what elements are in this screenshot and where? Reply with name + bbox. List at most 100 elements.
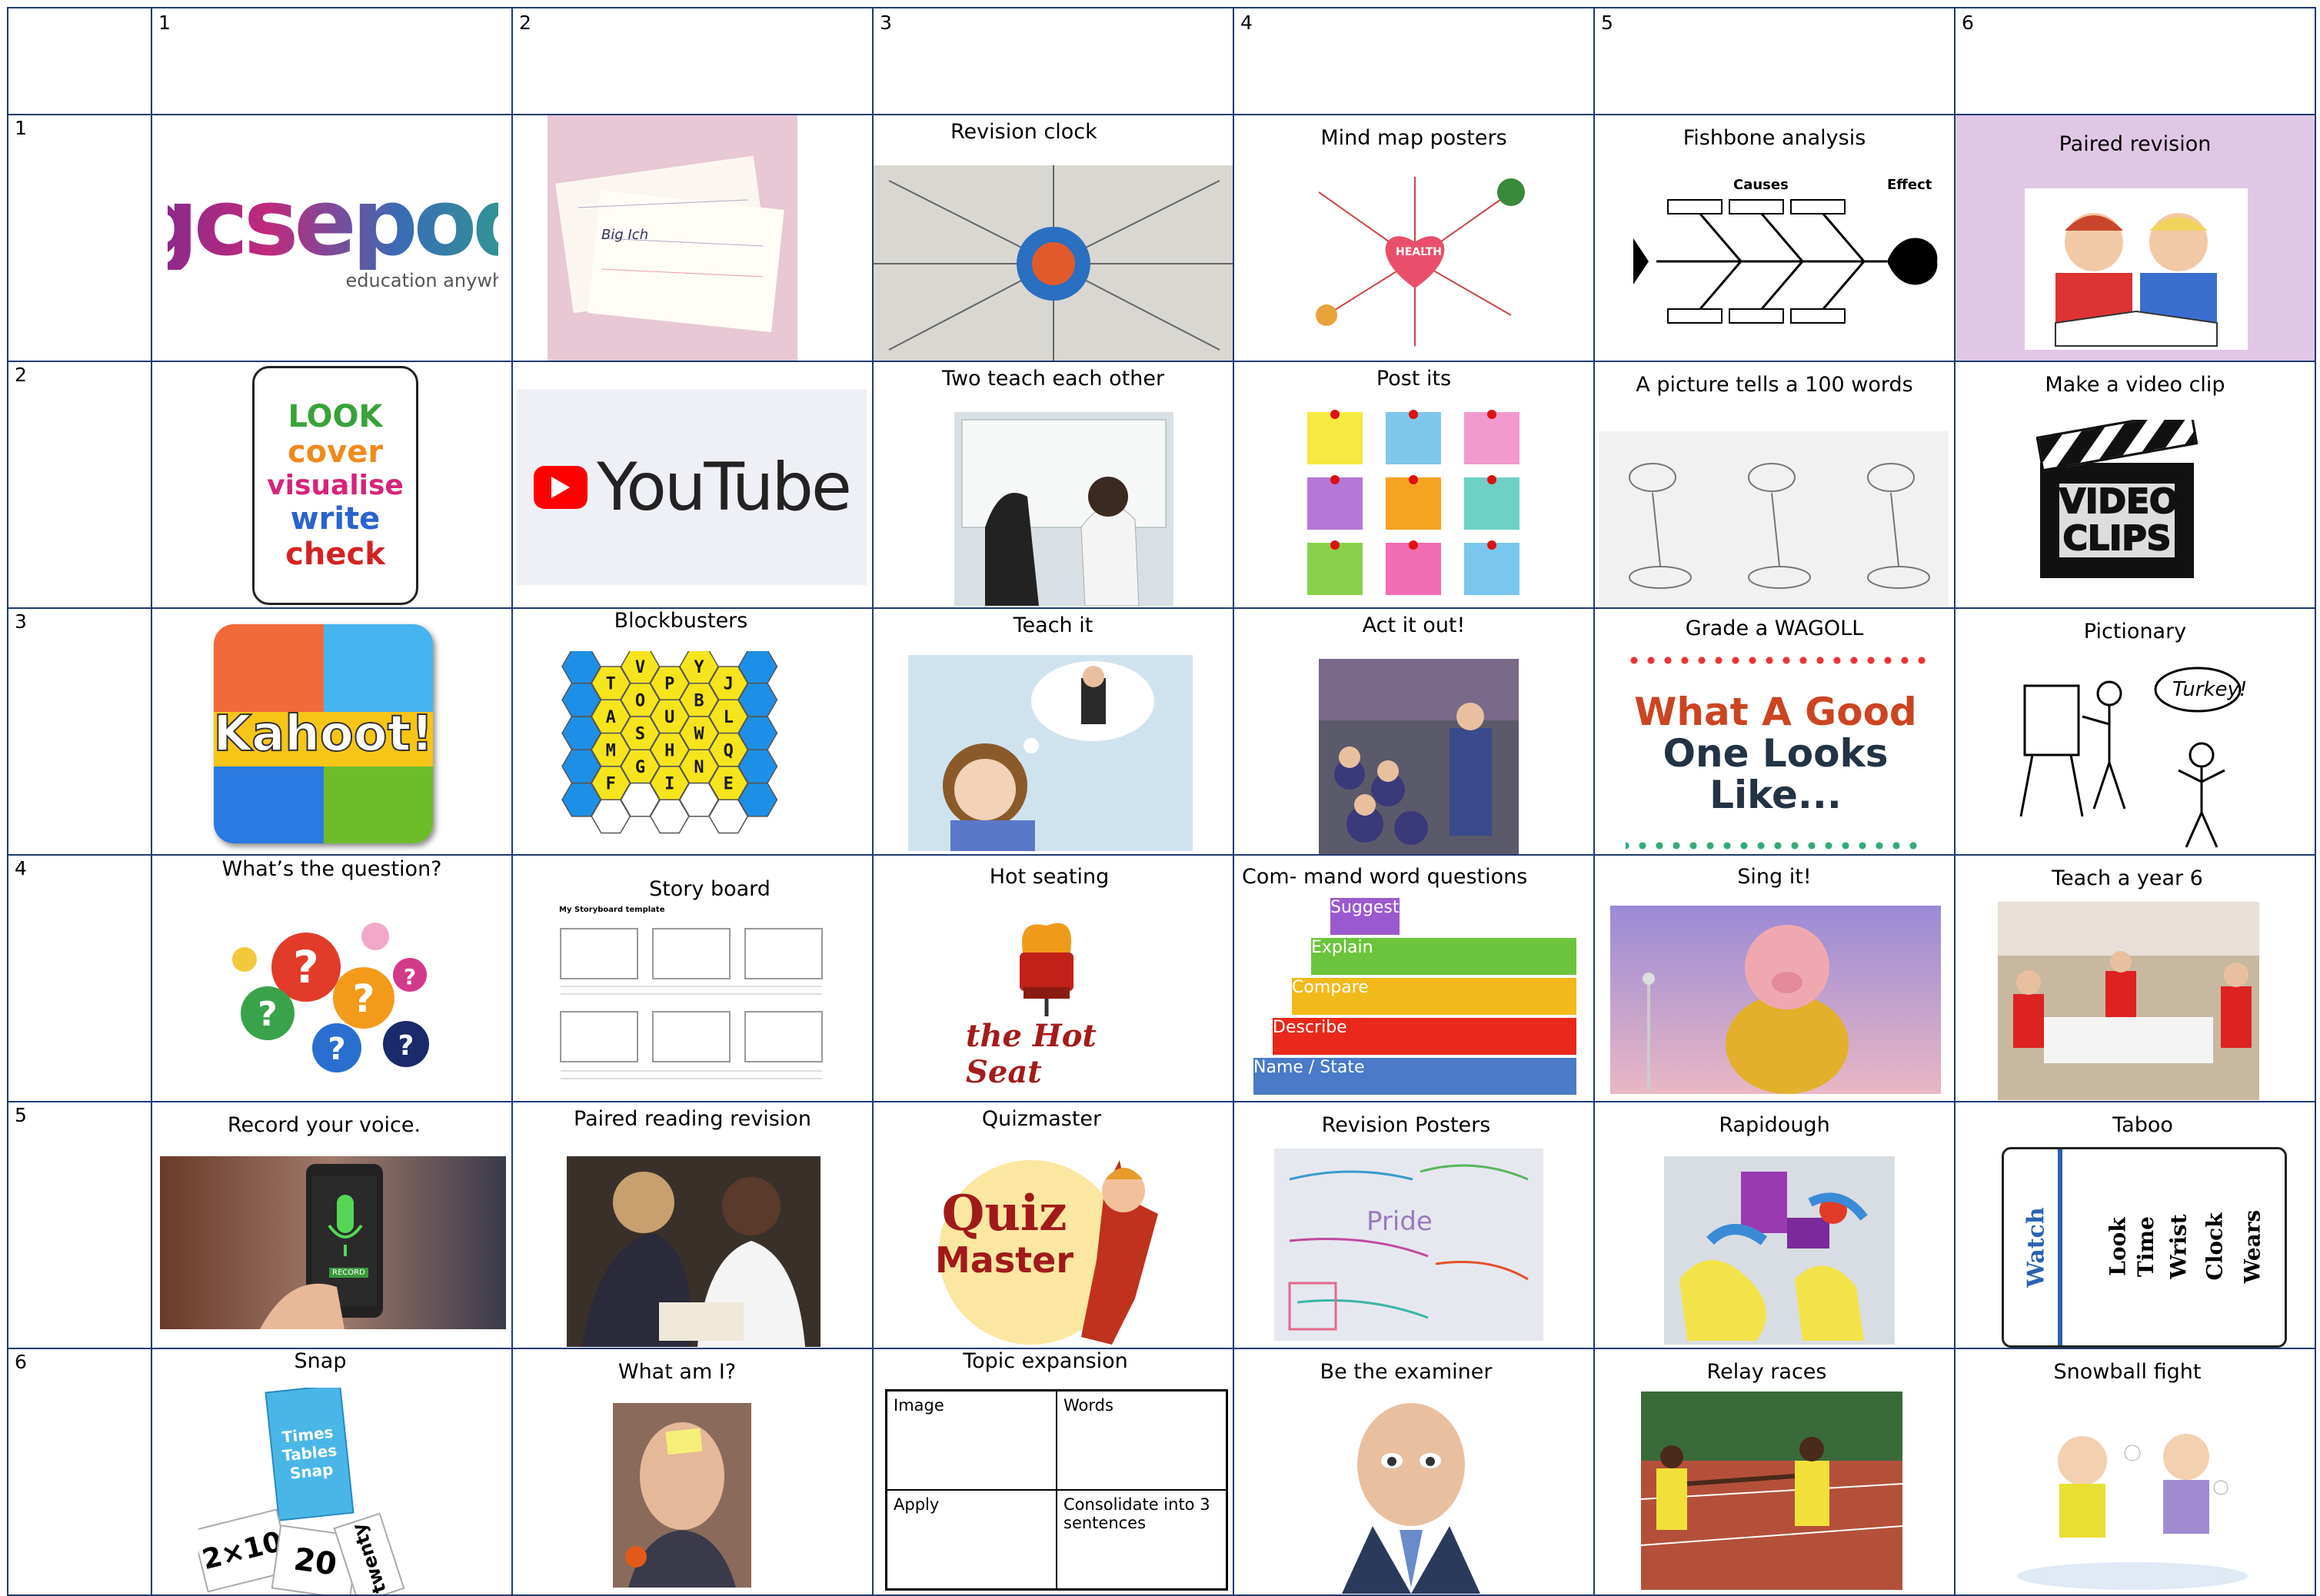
hex-letter: J [724,675,734,694]
cell-title: Paired revision [2059,132,2212,156]
poster-word: Pride [1366,1206,1433,1237]
cell-title: Make a video clip [2045,373,2225,397]
activity-cell: Act it out! [1233,607,1595,856]
record-button-text: RECORD [329,1268,368,1278]
hex-letter: W [694,725,704,744]
revision-activities-grid: 1 2 3 4 5 6 1 gcsepod education anywhere… [7,7,2316,1596]
activity-cell: Story board My Storyboard template [511,854,874,1102]
activity-cell: Kahoot! [151,607,513,856]
activity-cell: Sing it! [1593,854,1956,1102]
relay-race-photo-icon [1641,1392,1902,1590]
topic-box-image: Image [887,1391,1057,1490]
activity-cell: Revision Posters Pride [1233,1101,1595,1349]
cell-title: Pictionary [2083,620,2187,643]
activity-cell: Snap Times Tables Snap 2×10 20 twenty [151,1348,513,1596]
hex-letter: H [664,741,674,760]
step-check: check [285,537,385,572]
svg-text:?: ? [258,995,278,1034]
table-row: 2 LOOK cover visualise write check YouTu… [7,361,2316,609]
corner-cell [7,7,152,115]
cell-title: Teach a year 6 [2052,866,2203,890]
step-label: Suggest [1330,898,1400,917]
activity-cell: Mind map posters HEALTH [1233,114,1595,362]
hex-letter: Y [694,658,704,677]
activity-cell-highlighted: Paired revision [1954,114,2316,362]
storyboard-template-icon: My Storyboard template [559,906,828,1098]
row-number: 4 [15,857,27,879]
hex-letter: B [694,691,704,710]
step-cover: cover [287,434,384,470]
cell-title: A picture tells a 100 words [1636,373,1913,397]
hex-letter: P [664,675,674,694]
header-row: 1 2 3 4 5 6 [7,7,2316,115]
activity-cell: Be the examiner [1233,1348,1595,1596]
activity-cell: Paired reading revision [511,1101,874,1349]
taboo-title: Watch [2022,1207,2050,1288]
fishbone-diagram-icon: Causes Effect [1633,177,1941,346]
cell-title: Mind map posters [1320,126,1507,150]
cell-title: Quizmaster [981,1107,1102,1131]
topic-box-apply: Apply [887,1490,1057,1589]
cell-title: Grade a WAGOLL [1685,617,1864,640]
hot-seat-image-icon: the Hot Seat [966,902,1127,1098]
hex-letter: M [606,741,616,760]
taboo-word: Wrist [2165,1214,2192,1279]
girl-thinking-photo-icon [908,655,1193,851]
hex-letter: G [635,758,645,777]
cell-title: Revision Posters [1321,1113,1491,1137]
snowball-fight-cartoon-icon [2017,1399,2255,1591]
cell-title: Post its [1376,367,1452,391]
activity-cell: Revision flashcards Big Ich [511,114,874,362]
activity-cell: Grade a WAGOLL What A Good One Looks Lik… [1593,607,1956,856]
cell-title: Topic expansion [963,1349,1128,1373]
cell-title: Revision clock [950,120,1097,144]
column-header-5: 5 [1593,7,1956,115]
cell-title: Sing it! [1737,865,1812,889]
taboo-word: Time [2132,1216,2159,1277]
sketch-storyboard-image-icon [1599,431,1949,607]
cell-title: Be the examiner [1320,1360,1493,1384]
mind-map-hub-text: HEALTH [1396,246,1442,258]
flashcard-text: Big Ich [601,227,649,243]
classroom-photo-icon [1998,902,2259,1100]
row-number: 3 [15,610,27,633]
hex-letter: V [635,658,645,677]
clapperboard-text: VIDEO CLIPS [2059,482,2179,558]
activity-cell: Record your voice. RECORD [151,1101,513,1349]
rapidough-game-photo-icon [1664,1156,1895,1345]
command-word-steps-icon: Suggest Explain Compare Describe Name / … [1253,898,1576,1098]
activity-cell: Make a video clip VIDEO CLIPS [1954,361,2316,609]
cell-title: Com- mand word questions [1242,865,1528,889]
activity-cell: Snowball fight [1954,1348,2316,1596]
taboo-word: Clock [2202,1212,2228,1281]
taboo-word: Wears [2239,1209,2265,1284]
quizmaster-image-icon: Quiz Master [927,1145,1166,1347]
cell-title: Paired reading revision [574,1107,811,1131]
table-row: 5 Record your voice. RECORD Paired readi… [7,1101,2316,1349]
taboo-word: Look [2105,1217,2131,1276]
effect-label: Effect [1887,177,1932,193]
step-look: LOOK [288,399,383,434]
step-visualise: visualise [267,470,404,501]
cell-title: What’s the question? [221,857,442,881]
hex-letter: S [635,725,645,744]
pictionary-sketch-icon: Turkey! [2009,663,2271,851]
play-icon [534,465,588,509]
quiz-text: Quiz [941,1185,1067,1242]
row-number-cell: 5 [7,1101,152,1349]
gcsepod-logo-icon: gcsepod education anywhere [168,158,498,311]
table-row: 1 gcsepod education anywhere Revision fl… [7,114,2316,362]
video-clapperboard-icon: VIDEO CLIPS [2036,420,2198,581]
kahoot-logo-icon: Kahoot! [214,624,433,843]
singing-pig-image-icon [1610,906,1941,1094]
column-header-2: 2 [511,7,874,115]
activity-cell: Com- mand word questions Suggest Explain… [1233,854,1595,1102]
hex-letter: E [724,775,734,794]
students-whiteboard-photo-icon [954,412,1173,606]
cell-title: Story board [649,877,771,901]
paired-reading-photo-icon [567,1156,820,1347]
cell-title: Snap [294,1349,347,1373]
cell-title: Two teach each other [941,367,1165,391]
hex-letter: I [664,775,674,794]
master-text: Master [935,1239,1074,1281]
